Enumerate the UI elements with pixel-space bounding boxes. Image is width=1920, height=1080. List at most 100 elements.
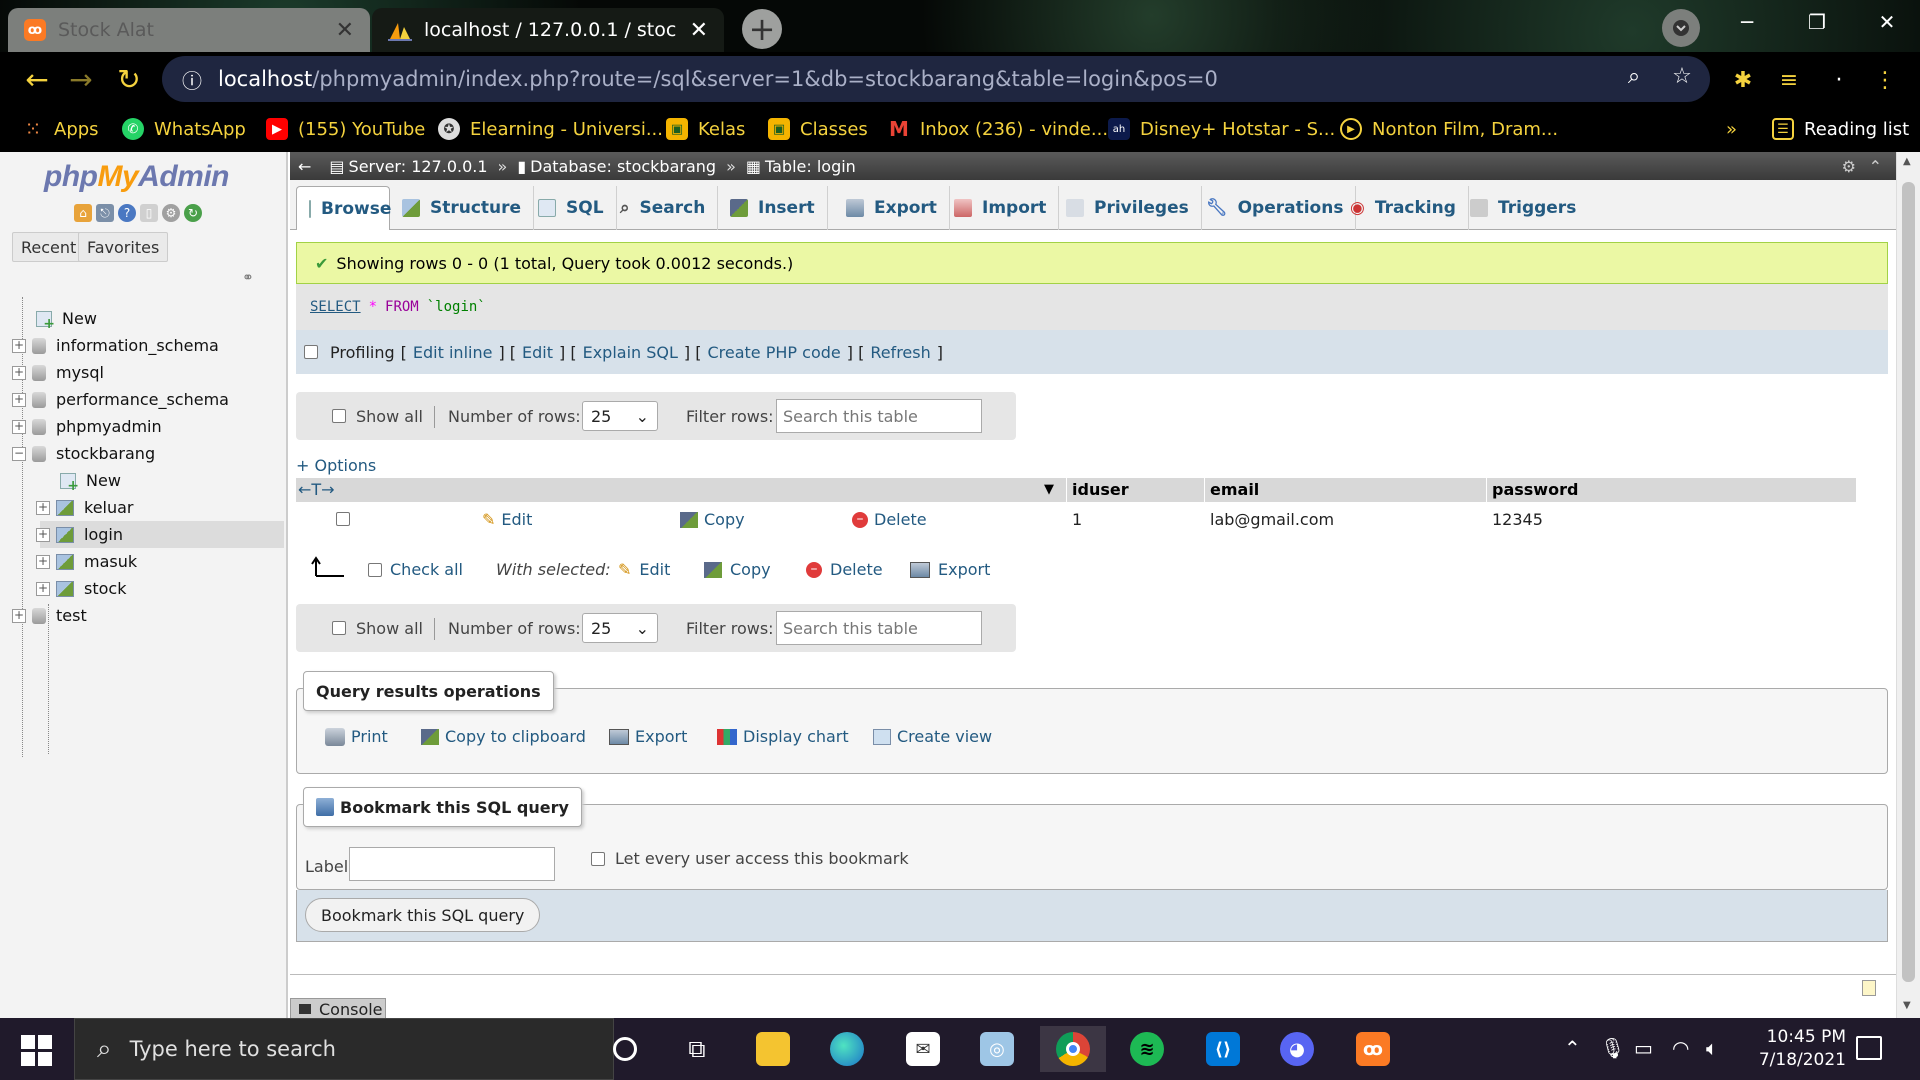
tree-table-keluar[interactable]: + keluar — [0, 494, 284, 521]
column-arrows-icon[interactable]: ←T→ — [298, 480, 335, 499]
copy-to-clipboard-button[interactable]: Copy to clipboard — [421, 727, 586, 746]
bulk-copy-button[interactable]: Copy — [704, 560, 771, 579]
bookmark-apps[interactable]: ⁙ Apps — [22, 106, 99, 152]
column-header-iduser[interactable]: iduser — [1072, 480, 1129, 499]
cortana-button[interactable] — [592, 1026, 658, 1072]
bookmarks-overflow[interactable]: » — [1726, 106, 1737, 152]
settings-gear-icon[interactable]: ⚙ — [1842, 157, 1856, 176]
spotify-app[interactable]: ≋ — [1114, 1026, 1180, 1072]
reload-button[interactable]: ↻ — [112, 62, 146, 96]
expand-icon[interactable]: + — [36, 554, 50, 569]
taskbar-search-box[interactable]: ⌕ Type here to search — [74, 1018, 614, 1080]
bookmark-classes[interactable]: ▣ Classes — [768, 106, 868, 152]
vscode-app[interactable]: ⟨⟩ — [1190, 1026, 1256, 1072]
favorites-tab[interactable]: Favorites — [78, 232, 169, 262]
tab-search-button[interactable] — [1662, 9, 1700, 47]
reading-list-button[interactable]: ☰ Reading list — [1772, 106, 1909, 152]
row-edit-button[interactable]: ✎ Edit — [482, 510, 532, 529]
close-icon[interactable]: ✕ — [690, 18, 708, 43]
sql-keyword-select[interactable]: SELECT — [310, 299, 361, 315]
let-every-user-checkbox[interactable] — [591, 851, 605, 866]
mail-app[interactable]: ✉ — [890, 1026, 956, 1072]
tree-db-phpmyadmin[interactable]: + phpmyadmin — [0, 413, 284, 440]
bookmark-whatsapp[interactable]: ✆ WhatsApp — [122, 106, 246, 152]
taskbar-clock[interactable]: 10:45 PM 7/18/2021 — [1728, 1026, 1846, 1072]
tab-browse[interactable]: Browse — [296, 186, 391, 230]
vertical-scrollbar[interactable]: ▲ ▼ — [1896, 152, 1920, 1018]
tab-tracking[interactable]: ◉ Tracking — [1338, 186, 1469, 230]
row-checkbox[interactable] — [336, 512, 350, 526]
row-delete-button[interactable]: – Delete — [852, 510, 927, 529]
tree-db-test[interactable]: + test — [0, 602, 284, 629]
tree-db-performance-schema[interactable]: + performance_schema — [0, 386, 284, 413]
expand-icon[interactable]: + — [12, 392, 26, 407]
file-explorer-app[interactable] — [740, 1026, 806, 1072]
tab-import[interactable]: Import — [942, 186, 1060, 230]
task-view-button[interactable]: ⧉ — [664, 1026, 730, 1072]
zoom-icon[interactable]: ⌕ — [1622, 64, 1646, 89]
reload-nav-icon[interactable]: ↻ — [184, 204, 202, 222]
volume-icon[interactable]: 🔈︎ — [1706, 1036, 1718, 1060]
refresh-link[interactable]: Refresh — [870, 343, 930, 362]
breadcrumb-table[interactable]: ▦ Table: login — [746, 157, 856, 176]
discord-app[interactable]: ◕ — [1264, 1026, 1330, 1072]
print-button[interactable]: Print — [325, 727, 388, 746]
menu-kebab-icon[interactable]: ⋮ — [1872, 67, 1898, 93]
home-icon[interactable]: ⌂ — [74, 204, 92, 222]
options-toggle-link[interactable]: + Options — [296, 456, 376, 475]
tree-db-information-schema[interactable]: + information_schema — [0, 332, 284, 359]
tree-new-database[interactable]: New — [0, 305, 284, 332]
cell-email[interactable]: lab@gmail.com — [1210, 510, 1334, 529]
forward-button[interactable]: → — [64, 62, 98, 96]
column-header-email[interactable]: email — [1210, 480, 1259, 499]
battery-icon[interactable]: ▭ — [1634, 1036, 1653, 1060]
expand-icon[interactable]: + — [36, 500, 50, 515]
link-panel-icon[interactable]: ⚭ — [242, 270, 260, 286]
help-icon[interactable]: ? — [118, 204, 136, 222]
expand-icon[interactable]: + — [12, 365, 26, 380]
scroll-down-icon[interactable]: ▼ — [1903, 1000, 1911, 1011]
expand-icon[interactable]: + — [36, 527, 50, 542]
tab-insert[interactable]: Insert — [718, 186, 828, 230]
microphone-icon[interactable]: 🎙︎ — [1600, 1036, 1625, 1060]
windows-start-button[interactable] — [12, 1032, 60, 1068]
collapse-nav-icon[interactable]: ← — [298, 157, 311, 176]
collapse-icon[interactable]: − — [12, 446, 26, 461]
tab-operations[interactable]: 🔧︎ Operations — [1194, 186, 1357, 230]
rows-per-page-select[interactable]: 25 ⌄ — [582, 613, 658, 643]
tree-table-login[interactable]: + login — [36, 521, 284, 548]
note-icon[interactable] — [1862, 980, 1876, 996]
tree-db-mysql[interactable]: + mysql — [0, 359, 284, 386]
check-all-control[interactable]: Check all — [368, 560, 463, 579]
expand-icon[interactable]: + — [12, 338, 26, 353]
settings-gear-icon[interactable]: ⚙ — [162, 204, 180, 222]
bookmark-gmail[interactable]: M Inbox (236) - vinde... — [888, 106, 1108, 152]
notification-center-icon[interactable] — [1856, 1036, 1882, 1060]
check-all-checkbox[interactable] — [368, 562, 382, 577]
tree-table-stock[interactable]: + stock — [0, 575, 284, 602]
tab-structure[interactable]: Structure — [390, 186, 535, 230]
scroll-up-icon[interactable]: ▲ — [1903, 156, 1911, 167]
info-icon[interactable]: ⓘ — [182, 65, 202, 94]
bookmark-label-input[interactable] — [349, 847, 555, 881]
collapse-top-icon[interactable]: ⌃ — [1869, 157, 1882, 176]
edit-link[interactable]: Edit — [522, 343, 553, 362]
extension-icon[interactable]: ✱ — [1730, 67, 1756, 93]
expand-icon[interactable]: + — [12, 608, 26, 623]
bookmark-youtube[interactable]: ▶ (155) YouTube — [266, 106, 425, 152]
filter-rows-input[interactable]: Search this table — [776, 399, 982, 433]
display-chart-button[interactable]: Display chart — [717, 727, 849, 746]
address-bar[interactable]: ⓘ localhost/phpmyadmin/index.php?route=/… — [162, 56, 1710, 102]
breadcrumb-server[interactable]: ▤ Server: 127.0.0.1 — [329, 157, 487, 176]
tree-new-table[interactable]: New — [0, 467, 284, 494]
profiling-checkbox[interactable] — [304, 345, 318, 359]
scrollbar-thumb[interactable] — [1902, 182, 1915, 982]
cell-password[interactable]: 12345 — [1492, 510, 1543, 529]
show-all-checkbox[interactable] — [332, 409, 346, 423]
row-copy-button[interactable]: Copy — [680, 510, 745, 529]
bookmark-kelas[interactable]: ▣ Kelas — [666, 106, 745, 152]
show-all-checkbox[interactable] — [332, 621, 346, 635]
rows-per-page-select[interactable]: 25 ⌄ — [582, 401, 658, 431]
browser-tab-stock-alat[interactable]: ꝏ Stock Alat ✕ — [8, 8, 370, 52]
expand-icon[interactable]: + — [36, 581, 50, 596]
